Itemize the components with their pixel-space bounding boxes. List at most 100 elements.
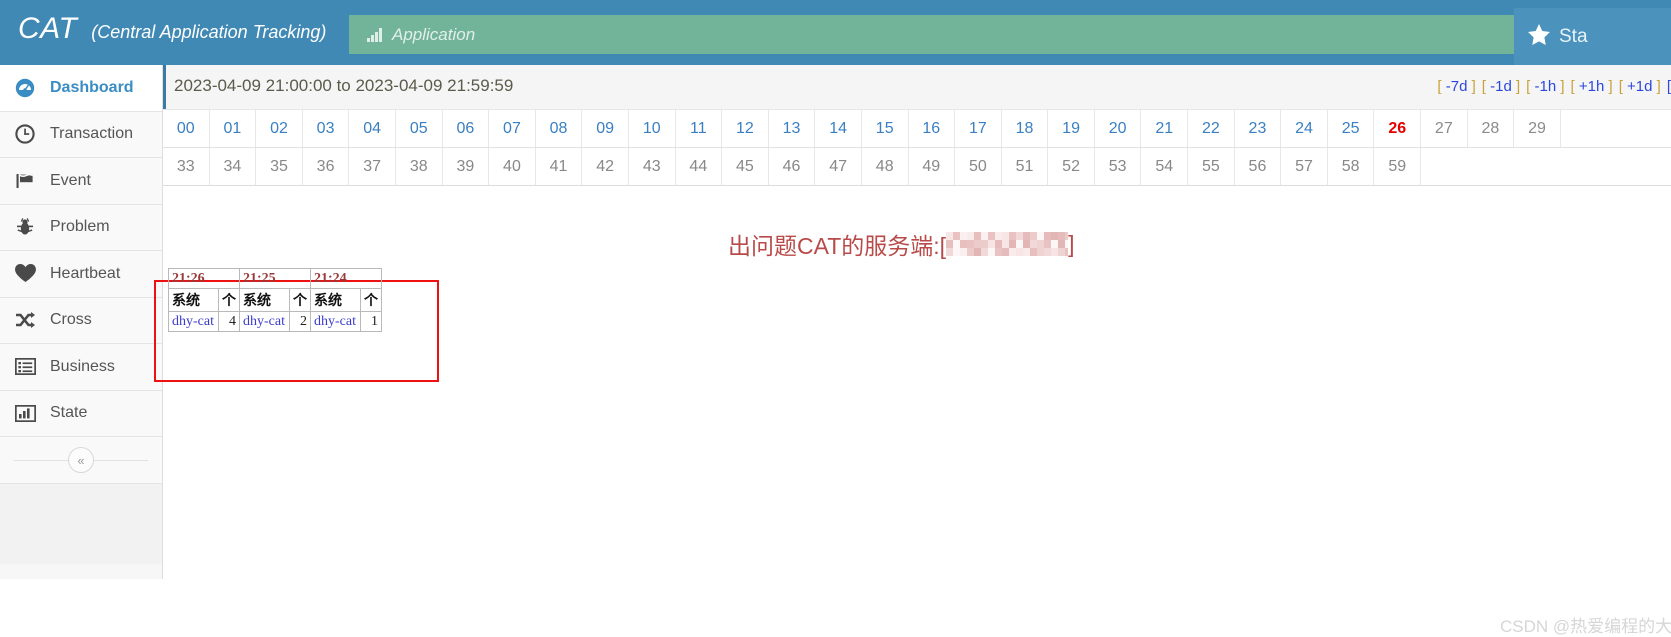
mosaic-block <box>1058 240 1066 248</box>
minute-cell-00[interactable]: 00 <box>163 110 210 147</box>
minute-cell-54: 54 <box>1141 148 1189 185</box>
mosaic-block <box>1044 240 1052 248</box>
bracket-open: [ <box>1570 78 1575 95</box>
count-value: 1 <box>360 311 382 332</box>
mosaic-block <box>960 232 968 240</box>
minute-cell-10[interactable]: 10 <box>629 110 676 147</box>
minute-cell-38: 38 <box>396 148 443 185</box>
dashboard-icon <box>14 78 36 98</box>
minute-cell-08[interactable]: 08 <box>536 110 583 147</box>
minute-cell-15[interactable]: 15 <box>862 110 909 147</box>
sidebar-item-dashboard[interactable]: Dashboard <box>0 65 162 112</box>
mosaic-block <box>1065 240 1069 248</box>
minute-cell-empty <box>1514 148 1561 185</box>
mosaic-block <box>1051 248 1059 256</box>
system-link[interactable]: dhy-cat <box>310 311 361 332</box>
minute-cell-26: 26 <box>1374 110 1422 147</box>
shift-link-minus-7d[interactable]: [ -7d ] <box>1437 78 1475 95</box>
minute-cell-01[interactable]: 01 <box>210 110 257 147</box>
minute-cell-06[interactable]: 06 <box>443 110 490 147</box>
mosaic-block <box>1058 248 1066 256</box>
minute-cell-37: 37 <box>349 148 396 185</box>
accent-bar <box>163 65 166 109</box>
minute-cell-43: 43 <box>629 148 676 185</box>
minute-cell-19[interactable]: 19 <box>1048 110 1095 147</box>
sidebar-collapse-button[interactable]: « <box>0 437 162 484</box>
sidebar-item-cross[interactable]: Cross <box>0 297 162 344</box>
minute-cell-36: 36 <box>303 148 350 185</box>
star-icon <box>1528 23 1550 50</box>
bug-icon <box>14 217 36 237</box>
minute-cell-04[interactable]: 04 <box>349 110 396 147</box>
bracket-close: ] <box>1656 78 1661 95</box>
shift-link-plus-1h[interactable]: [ +1h ] <box>1571 78 1613 95</box>
column-header-system: 系统 <box>239 288 290 312</box>
shift-link-label: +1h <box>1578 78 1605 95</box>
minute-cell-03[interactable]: 03 <box>303 110 350 147</box>
sidebar-item-heartbeat[interactable]: Heartbeat <box>0 251 162 298</box>
minute-cell-21[interactable]: 21 <box>1141 110 1189 147</box>
problem-server-prefix: 出问题CAT的服务端:[ <box>728 233 947 259</box>
column-header-system: 系统 <box>310 288 361 312</box>
sidebar-item-problem[interactable]: Problem <box>0 204 162 251</box>
minute-cell-16[interactable]: 16 <box>909 110 956 147</box>
minute-cell-46: 46 <box>769 148 816 185</box>
system-link[interactable]: dhy-cat <box>168 311 219 332</box>
shift-link-minus-1h[interactable]: [ -1h ] <box>1526 78 1564 95</box>
minute-cell-23[interactable]: 23 <box>1235 110 1282 147</box>
bracket-open: [ <box>1481 78 1486 95</box>
minute-cell-20[interactable]: 20 <box>1095 110 1142 147</box>
minute-cell-14[interactable]: 14 <box>815 110 862 147</box>
mosaic-block <box>967 232 975 240</box>
brand-title: CAT <box>18 12 78 45</box>
sidebar-item-state[interactable]: State <box>0 390 162 437</box>
csdn-watermark: CSDN @热爱编程的大忽悠 <box>1500 617 1671 636</box>
clock-icon <box>14 124 36 144</box>
sidebar-item-transaction[interactable]: Transaction <box>0 111 162 158</box>
minute-cell-02[interactable]: 02 <box>256 110 303 147</box>
column-header-count: 个 <box>289 288 311 312</box>
sidebar-item-event[interactable]: Event <box>0 158 162 205</box>
minute-cell-07[interactable]: 07 <box>489 110 536 147</box>
mosaic-block <box>1023 248 1031 256</box>
flag-icon <box>14 171 36 191</box>
mosaic-block <box>1037 248 1045 256</box>
table-row-headers: 系统 个 系统 个 系统 个 <box>168 288 382 312</box>
sidebar-filler <box>0 484 162 564</box>
minute-cell-22[interactable]: 22 <box>1188 110 1235 147</box>
minute-cell-13[interactable]: 13 <box>769 110 816 147</box>
minute-cell-18[interactable]: 18 <box>1002 110 1049 147</box>
minute-cell-11[interactable]: 11 <box>676 110 723 147</box>
minute-cell-48: 48 <box>862 148 909 185</box>
mosaic-block <box>1023 240 1031 248</box>
shift-link-label: -7d <box>1445 78 1468 95</box>
minute-cell-50: 50 <box>955 148 1002 185</box>
shift-link-truncated[interactable]: [ <box>1667 78 1671 95</box>
minute-cell-25[interactable]: 25 <box>1328 110 1375 147</box>
brand[interactable]: CAT (Central Application Tracking) <box>18 12 326 46</box>
sidebar-item-business[interactable]: Business <box>0 344 162 391</box>
bracket-open: [ <box>1618 78 1623 95</box>
shift-link-plus-1d[interactable]: [ +1d ] <box>1619 78 1661 95</box>
problem-server-title: 出问题CAT的服务端:[ ] <box>728 227 1074 261</box>
nav-tab-application[interactable]: Application <box>349 15 1671 54</box>
mosaic-block <box>1030 232 1038 240</box>
minute-cell-05[interactable]: 05 <box>396 110 443 147</box>
mosaic-block <box>1023 232 1031 240</box>
mosaic-row <box>946 240 1069 248</box>
mosaic-block <box>988 248 996 256</box>
cat-dashboard-page: CAT (Central Application Tracking) Appli… <box>0 0 1671 636</box>
mosaic-block <box>1037 240 1045 248</box>
star-action[interactable]: Sta <box>1514 8 1671 65</box>
minute-cell-24[interactable]: 24 <box>1281 110 1328 147</box>
mosaic-block <box>946 248 954 256</box>
minute-cell-12[interactable]: 12 <box>722 110 769 147</box>
minute-cell-09[interactable]: 09 <box>582 110 629 147</box>
redacted-hostname <box>946 232 1069 256</box>
shift-link-minus-1d[interactable]: [ -1d ] <box>1482 78 1520 95</box>
minute-cell-45: 45 <box>722 148 769 185</box>
minute-cell-17[interactable]: 17 <box>955 110 1002 147</box>
system-link[interactable]: dhy-cat <box>239 311 290 332</box>
minute-cell-44: 44 <box>676 148 723 185</box>
mosaic-block <box>981 232 989 240</box>
